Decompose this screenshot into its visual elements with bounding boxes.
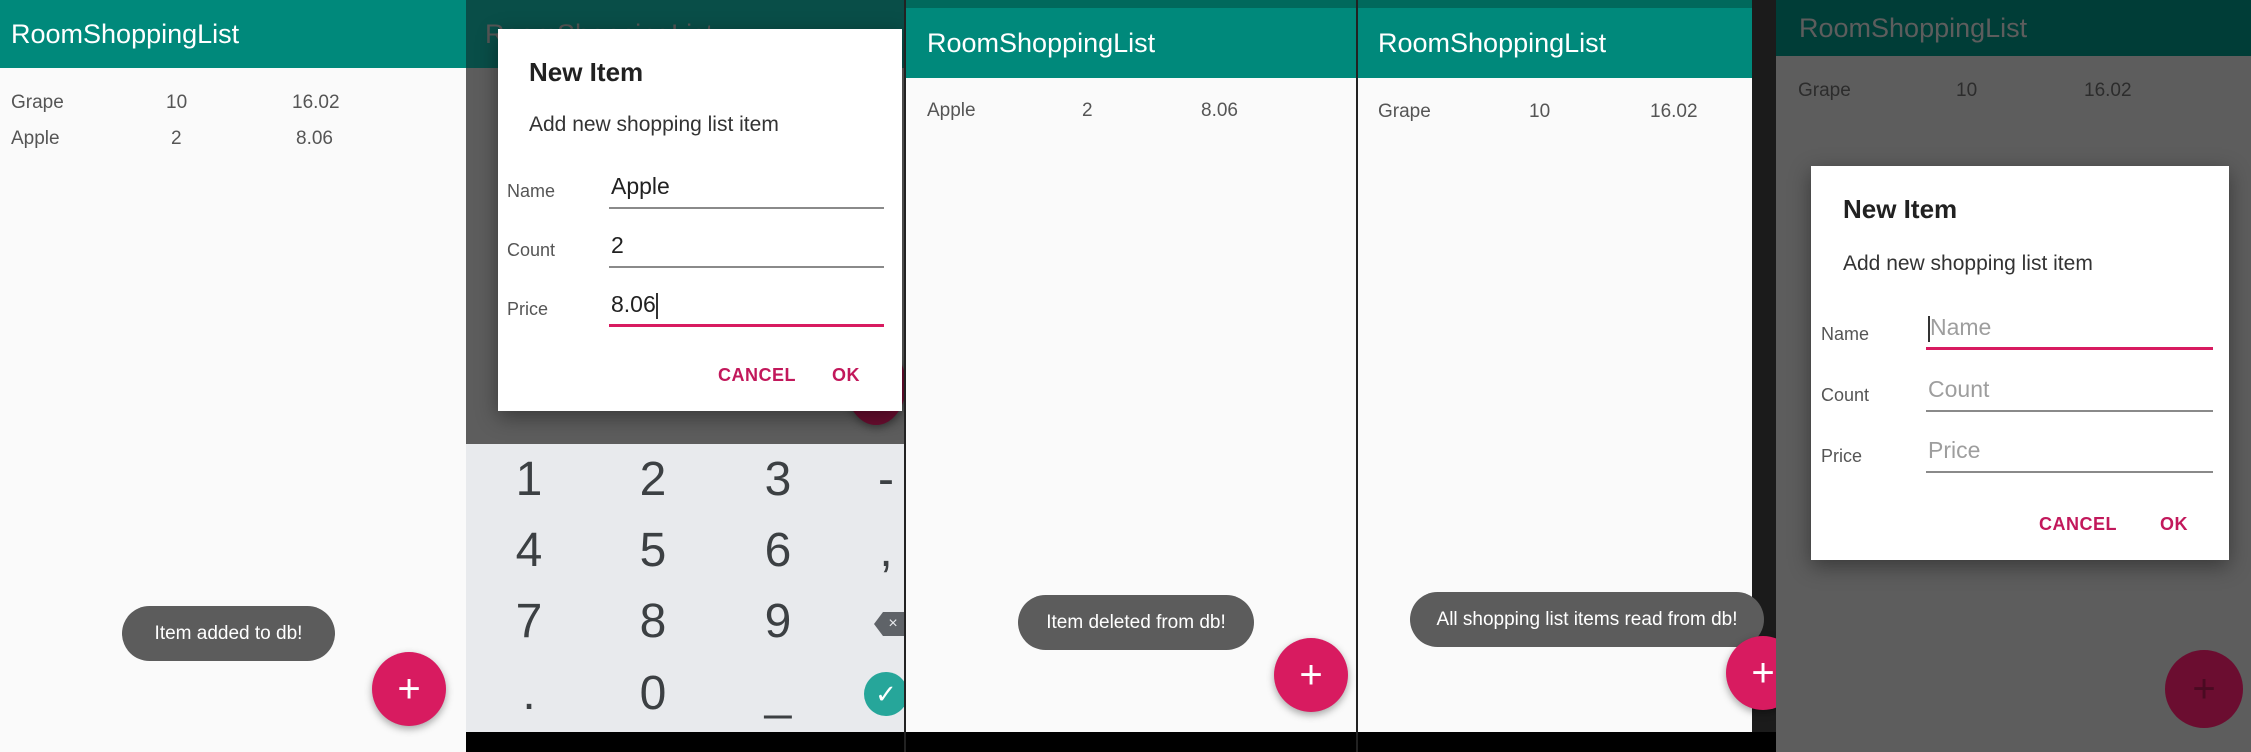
app-title: RoomShoppingList: [11, 18, 240, 49]
price-field[interactable]: 8.06: [609, 291, 884, 327]
item-name: Apple: [927, 100, 976, 121]
toast: All shopping list items read from db!: [1410, 592, 1764, 647]
new-item-dialog: New Item Add new shopping list item Name…: [498, 29, 902, 411]
check-icon[interactable]: ✓: [864, 672, 904, 716]
app-title: RoomShoppingList: [927, 27, 1156, 58]
ok-button[interactable]: OK: [832, 365, 860, 386]
backspace-icon[interactable]: ×: [874, 612, 904, 636]
item-count: 2: [171, 128, 182, 149]
app-title: RoomShoppingList: [1378, 27, 1607, 58]
status-bar: [1358, 0, 1776, 8]
count-placeholder: Count: [1928, 376, 1990, 402]
key-8[interactable]: 8: [613, 594, 693, 649]
key-5[interactable]: 5: [613, 523, 693, 578]
screen-list-read: RoomShoppingList Grape 10 16.02 All shop…: [1356, 0, 1776, 752]
key-9[interactable]: 9: [738, 594, 818, 649]
key-7[interactable]: 7: [489, 594, 569, 649]
numeric-keyboard: 1 2 3 - 4 5 6 , 7 8 9 × . 0 _ ✓: [466, 444, 904, 734]
app-title: RoomShoppingList: [1799, 12, 2028, 43]
add-item-fab[interactable]: +: [1726, 636, 1776, 710]
item-name: Grape: [1378, 101, 1431, 122]
item-count: 10: [1956, 80, 1978, 101]
name-field[interactable]: Name: [1926, 314, 2213, 350]
name-value: Apple: [611, 173, 670, 199]
toast: Item added to db!: [122, 606, 335, 661]
navigation-bar: [466, 732, 904, 752]
item-count: 10: [166, 92, 188, 113]
item-price: 8.06: [296, 128, 333, 149]
name-label: Name: [1821, 324, 1870, 344]
plus-icon: +: [1299, 652, 1323, 697]
dialog-title: New Item: [1843, 194, 1958, 224]
item-price: 16.02: [292, 92, 340, 113]
name-placeholder: Name: [1930, 314, 1992, 340]
key-0[interactable]: 0: [613, 666, 693, 721]
add-item-fab[interactable]: +: [2165, 650, 2243, 728]
name-label: Name: [507, 181, 556, 201]
dialog-title: New Item: [529, 57, 644, 87]
app-bar: RoomShoppingList: [1358, 8, 1776, 78]
app-bar: RoomShoppingList: [906, 8, 1356, 78]
plus-icon: +: [397, 666, 421, 711]
screen-new-item-empty: RoomShoppingList Grape 10 16.02 New Item…: [1776, 0, 2251, 752]
dialog-message: Add new shopping list item: [1843, 252, 2093, 275]
plus-icon: +: [1751, 650, 1775, 695]
screen-list-added: RoomShoppingList Grape 10 16.02 Apple 2 …: [0, 0, 466, 752]
item-name: Grape: [11, 92, 64, 113]
key-comma[interactable]: ,: [846, 523, 904, 578]
status-bar: [906, 0, 1356, 8]
dialog-message: Add new shopping list item: [529, 113, 779, 136]
price-label: Price: [1821, 446, 1863, 466]
text-caret: [655, 292, 658, 319]
plus-icon: +: [2192, 666, 2216, 711]
app-bar: RoomShoppingList: [1776, 0, 2251, 56]
count-label: Count: [1821, 385, 1870, 405]
item-price: 16.02: [1650, 101, 1698, 122]
key-4[interactable]: 4: [489, 523, 569, 578]
cancel-button[interactable]: CANCEL: [2039, 514, 2117, 535]
key-1[interactable]: 1: [489, 452, 569, 507]
count-value: 2: [611, 232, 624, 258]
item-name: Apple: [11, 128, 60, 149]
key-6[interactable]: 6: [738, 523, 818, 578]
add-item-fab[interactable]: +: [372, 652, 446, 726]
key-2[interactable]: 2: [613, 452, 693, 507]
price-label: Price: [507, 299, 549, 319]
item-name: Grape: [1798, 80, 1851, 101]
name-field[interactable]: Apple: [609, 173, 884, 209]
count-field[interactable]: 2: [609, 232, 884, 268]
item-count: 10: [1529, 101, 1551, 122]
navigation-bar: [906, 732, 1356, 752]
screen-new-item-filled: RoomShoppingList New Item Add new shoppi…: [466, 0, 904, 752]
item-price: 16.02: [2084, 80, 2132, 101]
ok-button[interactable]: OK: [2160, 514, 2188, 535]
key-3[interactable]: 3: [738, 452, 818, 507]
new-item-dialog: New Item Add new shopping list item Name…: [1811, 166, 2229, 560]
price-value: 8.06: [611, 291, 656, 317]
add-item-fab[interactable]: +: [1274, 638, 1348, 712]
count-field[interactable]: Count: [1926, 376, 2213, 412]
key-minus[interactable]: -: [846, 452, 904, 507]
item-price: 8.06: [1201, 100, 1238, 121]
key-period[interactable]: .: [489, 666, 569, 721]
price-placeholder: Price: [1928, 437, 1981, 463]
key-underscore[interactable]: _: [738, 666, 818, 721]
navigation-bar: [1358, 732, 1776, 752]
count-label: Count: [507, 240, 556, 260]
price-field[interactable]: Price: [1926, 437, 2213, 473]
screen-list-deleted: RoomShoppingList Apple 2 8.06 Item delet…: [904, 0, 1356, 752]
app-bar: RoomShoppingList: [0, 0, 466, 68]
item-count: 2: [1082, 100, 1093, 121]
toast: Item deleted from db!: [1018, 595, 1254, 650]
cancel-button[interactable]: CANCEL: [718, 365, 796, 386]
